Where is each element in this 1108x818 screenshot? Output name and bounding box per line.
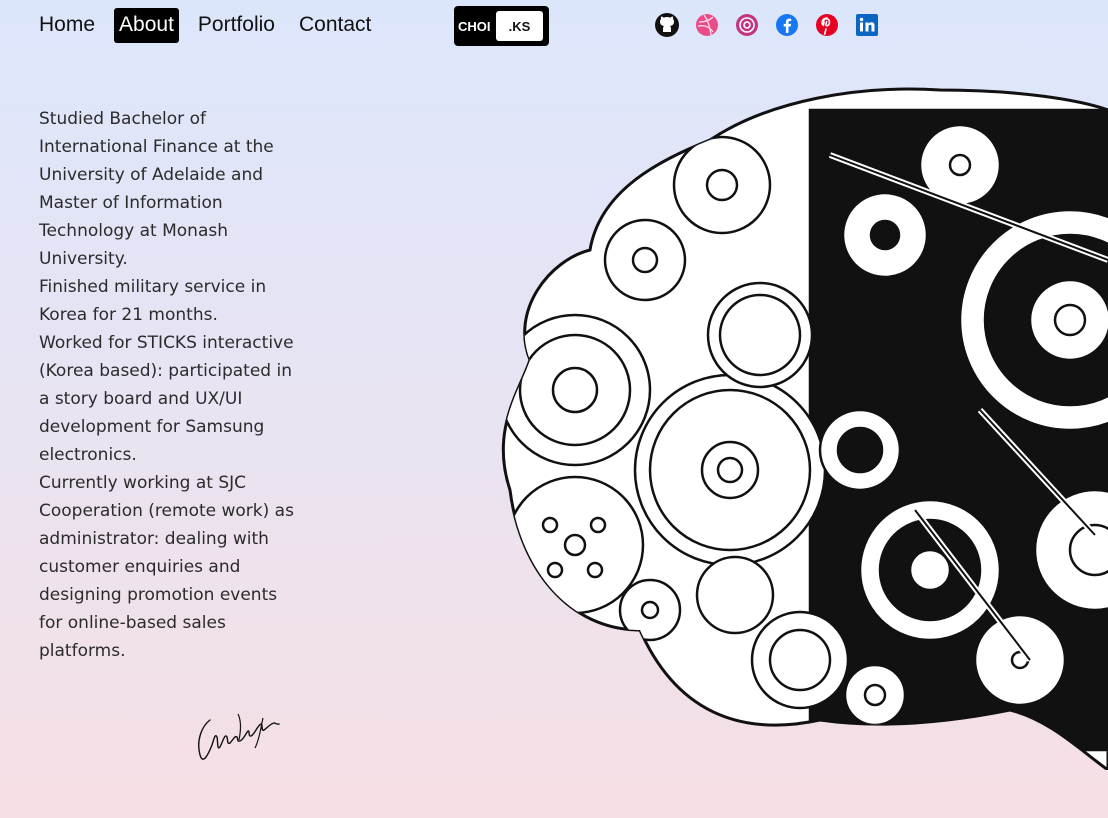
signature-image bbox=[188, 710, 298, 769]
nav-portfolio[interactable]: Portfolio bbox=[193, 8, 280, 43]
about-paragraph-education: Studied Bachelor of International Financ… bbox=[39, 109, 274, 269]
about-text: Studied Bachelor of International Financ… bbox=[39, 105, 301, 665]
logo-text-right: .KS bbox=[496, 11, 543, 41]
about-paragraph-sticks: Worked for STICKS interactive (Korea bas… bbox=[39, 333, 294, 465]
logo-text-left: CHOI bbox=[458, 18, 491, 34]
social-links bbox=[655, 13, 879, 37]
main-nav: Home About Portfolio Contact bbox=[34, 8, 390, 43]
about-paragraph-sjc: Currently working at SJC Cooperation (re… bbox=[39, 473, 294, 661]
nav-home[interactable]: Home bbox=[34, 8, 100, 43]
nav-about[interactable]: About bbox=[114, 8, 179, 43]
instagram-icon[interactable] bbox=[735, 13, 759, 37]
nav-contact[interactable]: Contact bbox=[294, 8, 376, 43]
facebook-icon[interactable] bbox=[775, 13, 799, 37]
linkedin-icon[interactable] bbox=[855, 13, 879, 37]
gear-brain-illustration bbox=[490, 70, 1108, 774]
dribbble-icon[interactable] bbox=[695, 13, 719, 37]
pinterest-icon[interactable] bbox=[815, 13, 839, 37]
site-logo[interactable]: CHOI .KS bbox=[454, 6, 549, 46]
github-icon[interactable] bbox=[655, 13, 679, 37]
about-paragraph-military: Finished military service in Korea for 2… bbox=[39, 277, 267, 325]
